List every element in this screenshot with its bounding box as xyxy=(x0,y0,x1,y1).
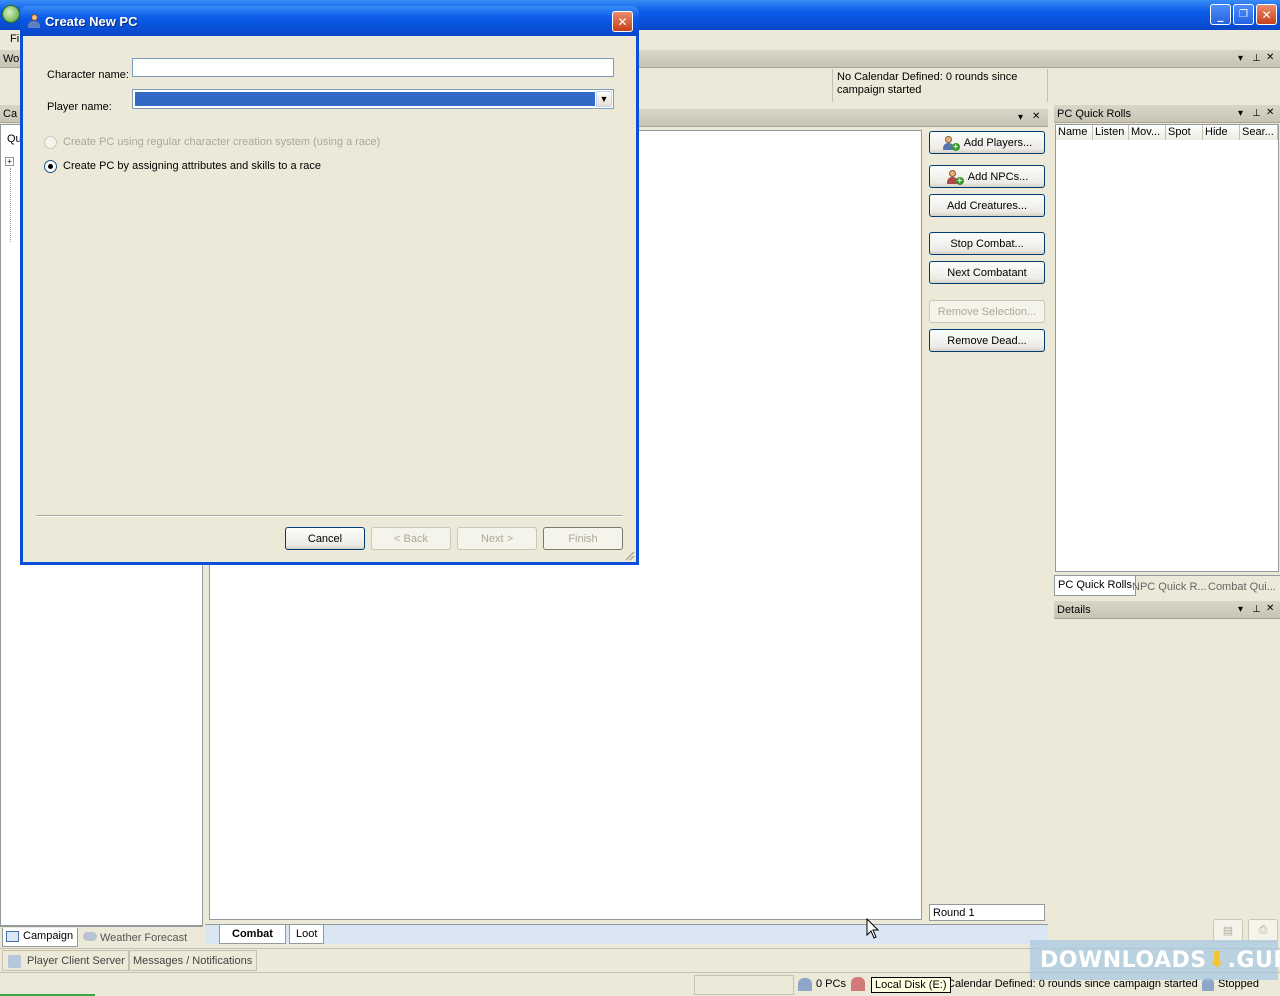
stop-combat-button[interactable]: Stop Combat... xyxy=(929,232,1045,255)
details-header: Details xyxy=(1054,601,1280,619)
cancel-button[interactable]: Cancel xyxy=(285,527,365,550)
player-name-label: Player name: xyxy=(47,101,112,113)
campaign-panel-title: Ca xyxy=(3,108,18,120)
radio-race-system[interactable] xyxy=(44,136,57,149)
add-creatures-button[interactable]: Add Creatures... xyxy=(929,194,1045,217)
tab-campaign[interactable]: Campaign xyxy=(2,928,79,947)
tab-npc-quick-rolls[interactable]: NPC Quick R... xyxy=(1128,579,1211,595)
combat-dropdown-icon[interactable]: ▾ xyxy=(1018,112,1023,123)
col-search[interactable]: Sear... xyxy=(1240,125,1278,140)
finish-button[interactable]: Finish xyxy=(543,527,623,550)
character-name-input[interactable] xyxy=(132,58,614,77)
round-display: Round 1 xyxy=(929,904,1045,921)
details-close-icon[interactable]: ✕ xyxy=(1266,603,1274,614)
campaign-icon xyxy=(6,931,19,942)
dialog-title: Create New PC xyxy=(45,14,138,29)
pc-quick-rolls-list[interactable] xyxy=(1055,124,1279,572)
cloud-icon xyxy=(83,932,97,941)
create-new-pc-dialog: Create New PC ✕ Character name: Player n… xyxy=(20,6,639,565)
pcqr-close-icon[interactable]: ✕ xyxy=(1266,107,1274,118)
tab-weather-forecast[interactable]: Weather Forecast xyxy=(80,930,191,946)
pin-icon[interactable]: ⊥ xyxy=(1252,53,1261,64)
col-spot[interactable]: Spot xyxy=(1166,125,1203,140)
player-add-icon: + xyxy=(942,135,960,151)
close-window-button[interactable]: ✕ xyxy=(1256,4,1277,25)
app-icon xyxy=(2,5,20,23)
calendar-info: No Calendar Defined: 0 rounds since camp… xyxy=(832,69,1048,102)
tree-line xyxy=(10,168,11,242)
dialog-body: Character name: Player name: ▼ Create PC… xyxy=(23,36,636,562)
minimize-button[interactable]: _ xyxy=(1210,4,1231,25)
dropdown-icon[interactable]: ▾ xyxy=(1238,53,1243,64)
mouse-cursor-icon xyxy=(866,918,880,939)
details-dropdown-icon[interactable]: ▾ xyxy=(1238,604,1243,615)
next-combatant-button[interactable]: Next Combatant xyxy=(929,261,1045,284)
player-name-select[interactable]: ▼ xyxy=(132,89,614,109)
status-pcs: 0 PCs xyxy=(796,978,846,991)
player-name-selection xyxy=(135,92,595,106)
server-icon xyxy=(8,955,21,968)
radio-race-system-label: Create PC using regular character creati… xyxy=(63,136,381,148)
download-arrow-icon: ⬇ xyxy=(1207,947,1227,973)
details-title: Details xyxy=(1057,604,1091,616)
details-pin-icon[interactable]: ⊥ xyxy=(1252,604,1261,615)
npc-add-icon: + xyxy=(946,169,964,185)
dialog-separator xyxy=(36,515,623,517)
remove-selection-button[interactable]: Remove Selection... xyxy=(929,300,1045,323)
character-name-label: Character name: xyxy=(47,69,129,81)
status-cell xyxy=(694,975,794,995)
quick-rolls-tabs: PC Quick Rolls NPC Quick R... Combat Qui… xyxy=(1054,575,1280,596)
col-name[interactable]: Name xyxy=(1056,125,1093,140)
next-button[interactable]: Next > xyxy=(457,527,537,550)
print-icon[interactable]: ⎙ xyxy=(1248,919,1278,942)
tab-combat[interactable]: Combat xyxy=(219,925,286,944)
tab-loot[interactable]: Loot xyxy=(289,925,325,944)
tab-combat-quick[interactable]: Combat Qui... xyxy=(1204,579,1280,595)
tab-messages-notifications[interactable]: Messages / Notifications xyxy=(128,950,258,971)
radio-assign-attributes[interactable] xyxy=(44,160,57,173)
resize-grip-icon[interactable] xyxy=(623,549,635,561)
tab-player-client-server[interactable]: Player Client Server xyxy=(2,950,130,971)
back-button[interactable]: < Back xyxy=(371,527,451,550)
copy-icon[interactable]: ▤ xyxy=(1213,919,1243,942)
menu-file[interactable]: Fi xyxy=(10,33,19,45)
pcqr-pin-icon[interactable]: ⊥ xyxy=(1252,108,1261,119)
pcqr-dropdown-icon[interactable]: ▾ xyxy=(1238,108,1243,119)
pcs-icon xyxy=(798,978,812,991)
pc-quick-rolls-title: PC Quick Rolls xyxy=(1057,108,1131,120)
dialog-close-button[interactable]: ✕ xyxy=(612,11,633,32)
dialog-title-bar[interactable]: Create New PC ✕ xyxy=(20,6,639,36)
add-npcs-button[interactable]: + Add NPCs... xyxy=(929,165,1045,188)
tab-pc-quick-rolls[interactable]: PC Quick Rolls xyxy=(1054,576,1136,596)
col-move[interactable]: Mov... xyxy=(1129,125,1166,140)
npcs-icon xyxy=(851,977,865,991)
watermark-logo: DOWNLOADS⬇.GURU xyxy=(1030,940,1280,980)
close-icon[interactable]: ✕ xyxy=(1266,52,1274,63)
workspace-header-label: Wo xyxy=(3,53,20,65)
combat-tabs: Combat Loot xyxy=(205,924,1048,944)
remove-dead-button[interactable]: Remove Dead... xyxy=(929,329,1045,352)
dialog-person-icon xyxy=(27,14,41,28)
add-players-button[interactable]: + Add Players... xyxy=(929,131,1045,154)
tree-expand-icon[interactable]: + xyxy=(5,157,14,166)
restore-button[interactable]: ❐ xyxy=(1233,4,1254,25)
pc-quick-rolls-header: PC Quick Rolls xyxy=(1054,105,1280,123)
combat-close-icon[interactable]: ✕ xyxy=(1032,111,1040,122)
tooltip: Local Disk (E:) xyxy=(871,977,951,993)
col-hide[interactable]: Hide xyxy=(1203,125,1240,140)
radio-assign-attributes-label: Create PC by assigning attributes and sk… xyxy=(63,160,322,172)
campaign-tabs: Campaign Weather Forecast xyxy=(0,926,203,947)
details-panel xyxy=(1055,620,1279,924)
col-listen[interactable]: Listen xyxy=(1093,125,1129,140)
chevron-down-icon[interactable]: ▼ xyxy=(596,91,612,107)
